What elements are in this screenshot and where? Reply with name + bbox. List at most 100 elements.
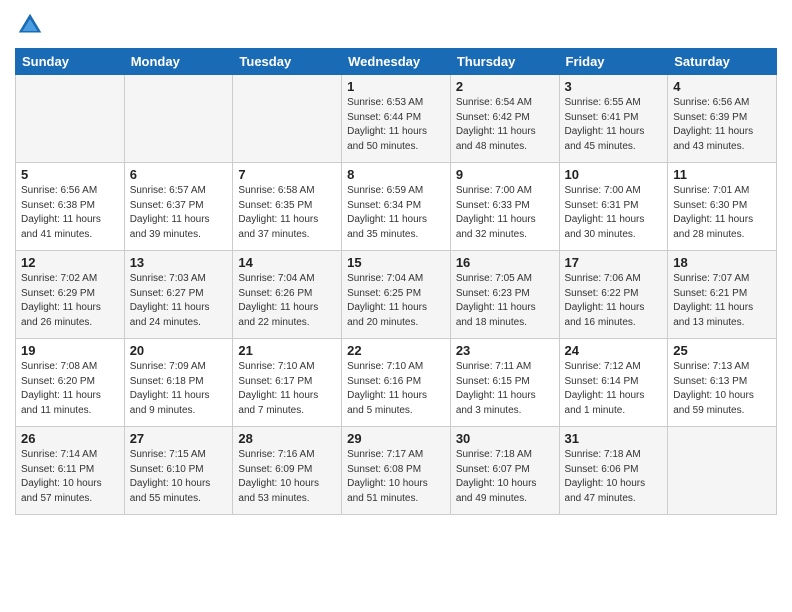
day-info: Sunrise: 7:16 AM Sunset: 6:09 PM Dayligh… [238, 448, 336, 506]
calendar-cell: 23Sunrise: 7:11 AM Sunset: 6:15 PM Dayli… [450, 339, 559, 427]
day-info: Sunrise: 7:02 AM Sunset: 6:29 PM Dayligh… [21, 272, 119, 330]
day-number: 8 [347, 167, 445, 182]
day-number: 29 [347, 431, 445, 446]
day-number: 4 [673, 79, 771, 94]
calendar-cell: 27 Sunrise: 7:15 AM Sunset: 6:10 PM Dayli… [124, 427, 233, 515]
day-number: 20 [130, 343, 228, 358]
calendar-cell [233, 75, 342, 163]
day-info: Sunrise: 6:58 AM Sunset: 6:35 PM Dayligh… [238, 184, 336, 242]
week-row-3: 12Sunrise: 7:02 AM Sunset: 6:29 PM Dayli… [16, 251, 777, 339]
calendar-cell [668, 427, 777, 515]
calendar-cell: 12Sunrise: 7:02 AM Sunset: 6:29 PM Dayli… [16, 251, 125, 339]
calendar-cell: 19 Sunrise: 7:08 AM Sunset: 6:20 PM Dayli… [16, 339, 125, 427]
calendar-cell: 25 Sunrise: 7:13 AM Sunset: 6:13 PM Dayli… [668, 339, 777, 427]
day-number: 21 [238, 343, 336, 358]
header-day-friday: Friday [559, 49, 668, 75]
week-row-4: 19 Sunrise: 7:08 AM Sunset: 6:20 PM Dayli… [16, 339, 777, 427]
day-info: Sunrise: 7:09 AM Sunset: 6:18 PM Dayligh… [130, 360, 228, 418]
header-day-sunday: Sunday [16, 49, 125, 75]
day-number: 10 [565, 167, 663, 182]
header-day-saturday: Saturday [668, 49, 777, 75]
day-info: Sunrise: 7:14 AM Sunset: 6:11 PM Dayligh… [21, 448, 119, 506]
header-day-wednesday: Wednesday [342, 49, 451, 75]
calendar-cell: 15 Sunrise: 7:04 AM Sunset: 6:25 PM Dayli… [342, 251, 451, 339]
calendar-cell: 26Sunrise: 7:14 AM Sunset: 6:11 PM Dayli… [16, 427, 125, 515]
day-info: Sunrise: 7:05 AM Sunset: 6:23 PM Dayligh… [456, 272, 554, 330]
day-info: Sunrise: 7:17 AM Sunset: 6:08 PM Dayligh… [347, 448, 445, 506]
calendar-cell: 5Sunrise: 6:56 AM Sunset: 6:38 PM Daylig… [16, 163, 125, 251]
calendar-header: SundayMondayTuesdayWednesdayThursdayFrid… [16, 49, 777, 75]
week-row-2: 5Sunrise: 6:56 AM Sunset: 6:38 PM Daylig… [16, 163, 777, 251]
day-number: 15 [347, 255, 445, 270]
day-info: Sunrise: 7:15 AM Sunset: 6:10 PM Dayligh… [130, 448, 228, 506]
calendar-cell: 29 Sunrise: 7:17 AM Sunset: 6:08 PM Dayli… [342, 427, 451, 515]
day-info: Sunrise: 6:59 AM Sunset: 6:34 PM Dayligh… [347, 184, 445, 242]
day-info: Sunrise: 6:53 AM Sunset: 6:44 PM Dayligh… [347, 96, 445, 154]
calendar-cell: 13 Sunrise: 7:03 AM Sunset: 6:27 PM Dayli… [124, 251, 233, 339]
day-info: Sunrise: 7:18 AM Sunset: 6:06 PM Dayligh… [565, 448, 663, 506]
header-day-monday: Monday [124, 49, 233, 75]
day-info: Sunrise: 7:04 AM Sunset: 6:25 PM Dayligh… [347, 272, 445, 330]
day-info: Sunrise: 7:10 AM Sunset: 6:17 PM Dayligh… [238, 360, 336, 418]
week-row-1: 1 Sunrise: 6:53 AM Sunset: 6:44 PM Daylig… [16, 75, 777, 163]
day-info: Sunrise: 7:07 AM Sunset: 6:21 PM Dayligh… [673, 272, 771, 330]
day-number: 19 [21, 343, 119, 358]
day-number: 27 [130, 431, 228, 446]
day-number: 2 [456, 79, 554, 94]
calendar-cell: 20 Sunrise: 7:09 AM Sunset: 6:18 PM Dayli… [124, 339, 233, 427]
day-info: Sunrise: 6:55 AM Sunset: 6:41 PM Dayligh… [565, 96, 663, 154]
calendar-cell: 9 Sunrise: 7:00 AM Sunset: 6:33 PM Daylig… [450, 163, 559, 251]
day-info: Sunrise: 7:11 AM Sunset: 6:15 PM Dayligh… [456, 360, 554, 418]
calendar-cell: 1 Sunrise: 6:53 AM Sunset: 6:44 PM Daylig… [342, 75, 451, 163]
day-number: 28 [238, 431, 336, 446]
calendar-cell: 4 Sunrise: 6:56 AM Sunset: 6:39 PM Daylig… [668, 75, 777, 163]
week-row-5: 26Sunrise: 7:14 AM Sunset: 6:11 PM Dayli… [16, 427, 777, 515]
calendar-cell: 22 Sunrise: 7:10 AM Sunset: 6:16 PM Dayli… [342, 339, 451, 427]
header-row: SundayMondayTuesdayWednesdayThursdayFrid… [16, 49, 777, 75]
calendar-table: SundayMondayTuesdayWednesdayThursdayFrid… [15, 48, 777, 515]
logo [15, 10, 49, 40]
calendar-cell: 11 Sunrise: 7:01 AM Sunset: 6:30 PM Dayli… [668, 163, 777, 251]
day-info: Sunrise: 7:10 AM Sunset: 6:16 PM Dayligh… [347, 360, 445, 418]
calendar-cell: 17 Sunrise: 7:06 AM Sunset: 6:22 PM Dayli… [559, 251, 668, 339]
day-info: Sunrise: 7:00 AM Sunset: 6:31 PM Dayligh… [565, 184, 663, 242]
day-number: 1 [347, 79, 445, 94]
calendar-cell: 3Sunrise: 6:55 AM Sunset: 6:41 PM Daylig… [559, 75, 668, 163]
calendar-cell: 8 Sunrise: 6:59 AM Sunset: 6:34 PM Daylig… [342, 163, 451, 251]
day-info: Sunrise: 7:04 AM Sunset: 6:26 PM Dayligh… [238, 272, 336, 330]
header [15, 10, 777, 40]
day-info: Sunrise: 7:13 AM Sunset: 6:13 PM Dayligh… [673, 360, 771, 418]
day-number: 13 [130, 255, 228, 270]
calendar-cell: 21 Sunrise: 7:10 AM Sunset: 6:17 PM Dayli… [233, 339, 342, 427]
calendar-cell: 6Sunrise: 6:57 AM Sunset: 6:37 PM Daylig… [124, 163, 233, 251]
day-info: Sunrise: 7:03 AM Sunset: 6:27 PM Dayligh… [130, 272, 228, 330]
day-info: Sunrise: 7:01 AM Sunset: 6:30 PM Dayligh… [673, 184, 771, 242]
day-info: Sunrise: 7:18 AM Sunset: 6:07 PM Dayligh… [456, 448, 554, 506]
main-container: SundayMondayTuesdayWednesdayThursdayFrid… [0, 0, 792, 525]
day-number: 25 [673, 343, 771, 358]
day-number: 22 [347, 343, 445, 358]
calendar-cell [16, 75, 125, 163]
day-number: 11 [673, 167, 771, 182]
calendar-cell: 14 Sunrise: 7:04 AM Sunset: 6:26 PM Dayli… [233, 251, 342, 339]
calendar-cell: 2 Sunrise: 6:54 AM Sunset: 6:42 PM Daylig… [450, 75, 559, 163]
calendar-cell: 16 Sunrise: 7:05 AM Sunset: 6:23 PM Dayli… [450, 251, 559, 339]
day-number: 5 [21, 167, 119, 182]
day-number: 16 [456, 255, 554, 270]
day-number: 30 [456, 431, 554, 446]
day-info: Sunrise: 6:54 AM Sunset: 6:42 PM Dayligh… [456, 96, 554, 154]
day-number: 18 [673, 255, 771, 270]
day-number: 24 [565, 343, 663, 358]
calendar-cell: 31Sunrise: 7:18 AM Sunset: 6:06 PM Dayli… [559, 427, 668, 515]
day-number: 17 [565, 255, 663, 270]
calendar-cell: 28 Sunrise: 7:16 AM Sunset: 6:09 PM Dayli… [233, 427, 342, 515]
day-info: Sunrise: 7:06 AM Sunset: 6:22 PM Dayligh… [565, 272, 663, 330]
calendar-cell: 30 Sunrise: 7:18 AM Sunset: 6:07 PM Dayli… [450, 427, 559, 515]
day-info: Sunrise: 7:00 AM Sunset: 6:33 PM Dayligh… [456, 184, 554, 242]
day-number: 9 [456, 167, 554, 182]
calendar-cell: 10 Sunrise: 7:00 AM Sunset: 6:31 PM Dayli… [559, 163, 668, 251]
day-number: 14 [238, 255, 336, 270]
day-info: Sunrise: 7:08 AM Sunset: 6:20 PM Dayligh… [21, 360, 119, 418]
day-info: Sunrise: 6:56 AM Sunset: 6:39 PM Dayligh… [673, 96, 771, 154]
day-info: Sunrise: 7:12 AM Sunset: 6:14 PM Dayligh… [565, 360, 663, 418]
